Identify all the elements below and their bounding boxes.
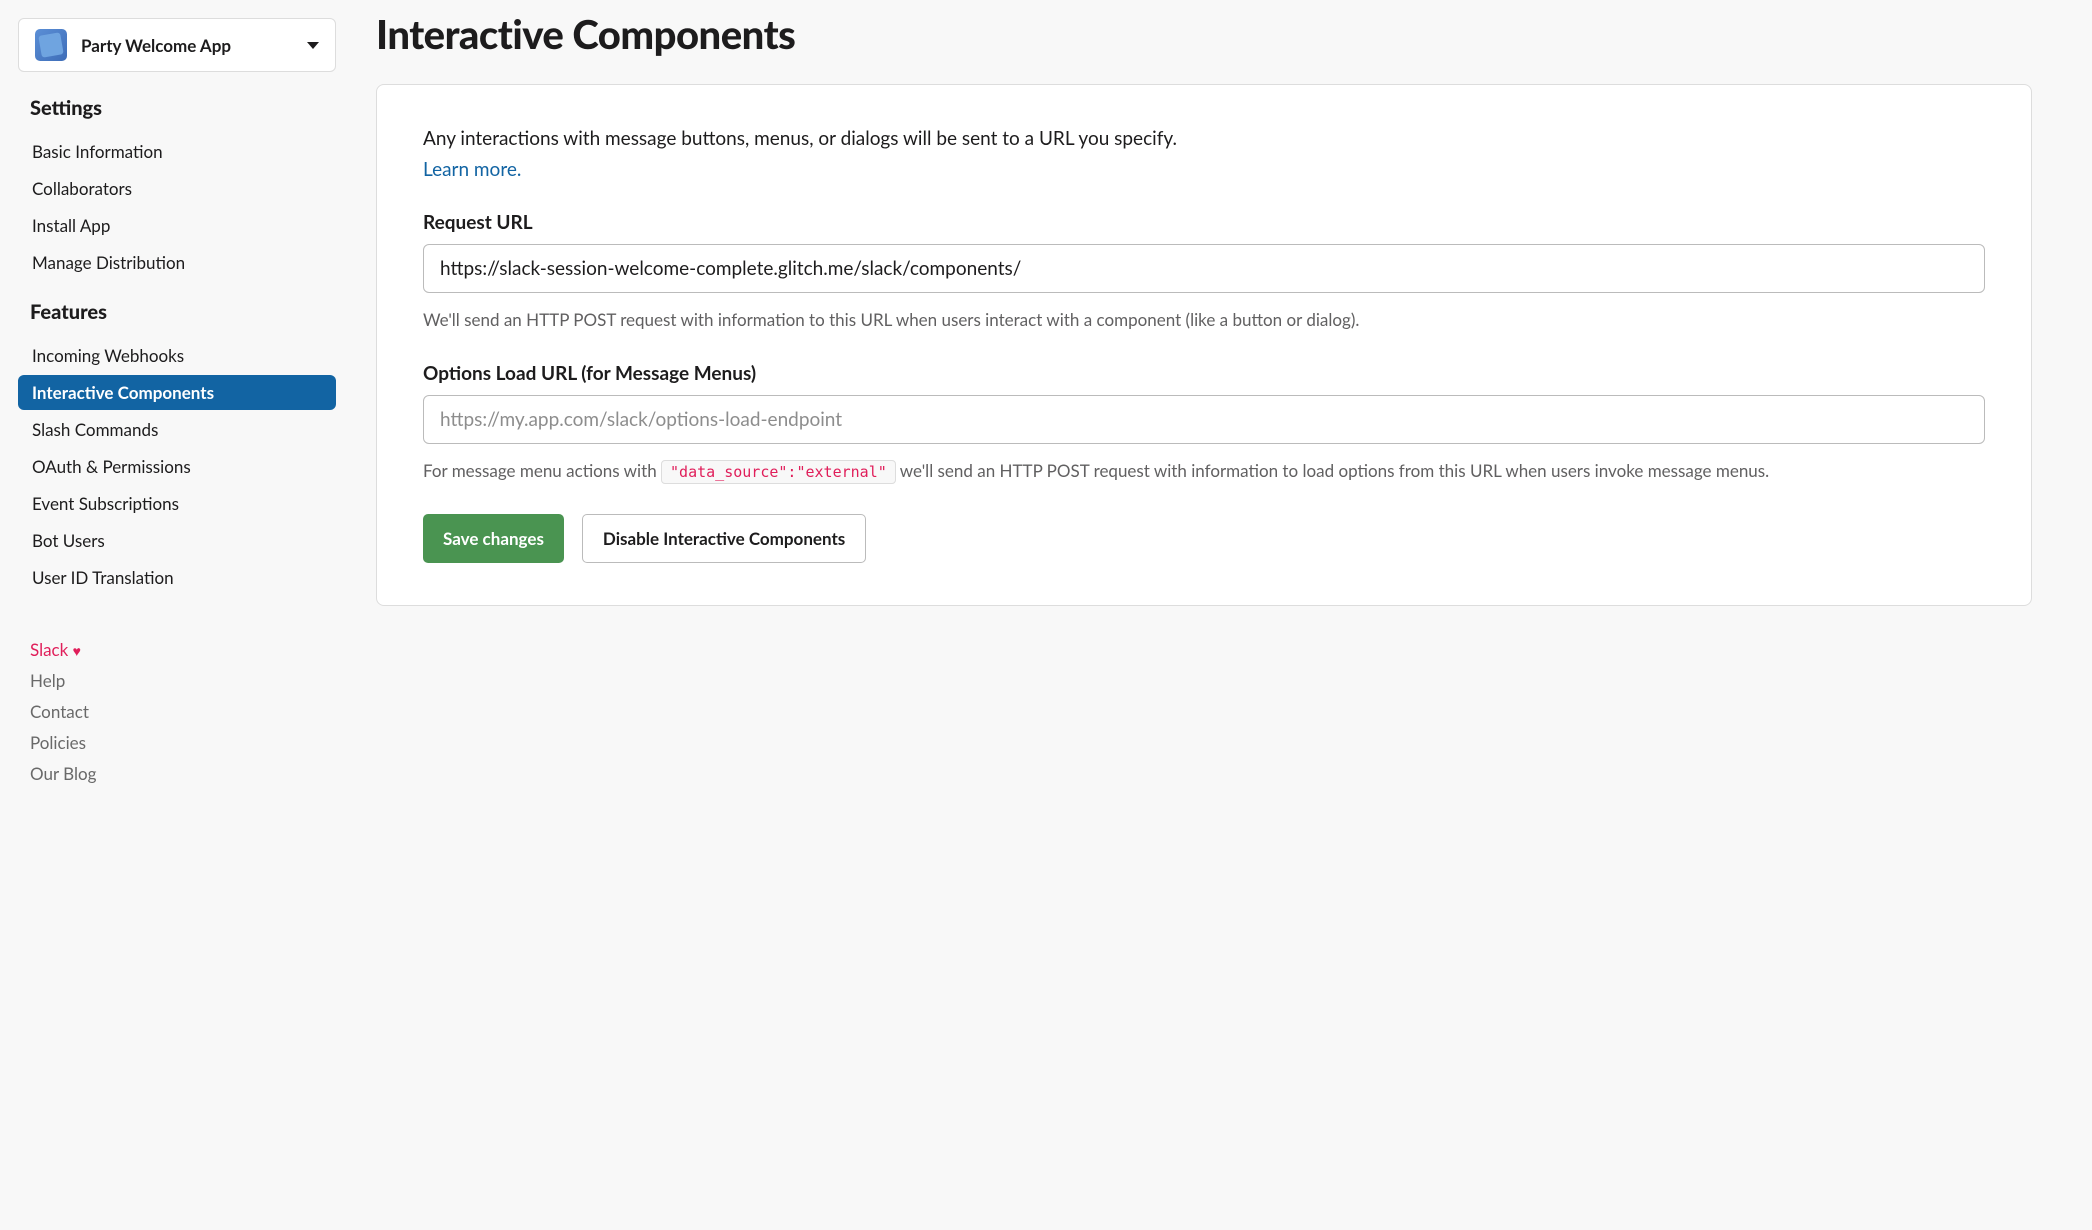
options-url-input[interactable] (423, 395, 1985, 444)
footer-link-blog[interactable]: Our Blog (30, 763, 336, 784)
button-row: Save changes Disable Interactive Compone… (423, 514, 1985, 563)
sidebar-item-interactive-components[interactable]: Interactive Components (18, 375, 336, 410)
sidebar-item-user-id-translation[interactable]: User ID Translation (18, 560, 336, 595)
options-url-field-group: Options Load URL (for Message Menus) For… (423, 362, 1985, 484)
request-url-help: We'll send an HTTP POST request with inf… (423, 307, 1985, 333)
app-icon (35, 29, 67, 61)
sidebar-item-manage-distribution[interactable]: Manage Distribution (18, 245, 336, 280)
sidebar-item-slash-commands[interactable]: Slash Commands (18, 412, 336, 447)
options-help-pre: For message menu actions with (423, 460, 661, 481)
sidebar: Party Welcome App Settings Basic Informa… (0, 0, 354, 1230)
footer-links: Slack ♥ Help Contact Policies Our Blog (18, 639, 336, 784)
learn-more-link[interactable]: Learn more. (423, 158, 521, 181)
save-changes-button[interactable]: Save changes (423, 514, 564, 563)
settings-panel: Any interactions with message buttons, m… (376, 84, 2032, 606)
sidebar-item-oauth-permissions[interactable]: OAuth & Permissions (18, 449, 336, 484)
sidebar-item-incoming-webhooks[interactable]: Incoming Webhooks (18, 338, 336, 373)
sidebar-item-collaborators[interactable]: Collaborators (18, 171, 336, 206)
options-code-snippet: "data_source":"external" (661, 460, 896, 484)
request-url-input[interactable] (423, 244, 1985, 293)
footer-slack-label: Slack (30, 639, 68, 660)
sidebar-item-install-app[interactable]: Install App (18, 208, 336, 243)
app-selector-dropdown[interactable]: Party Welcome App (18, 18, 336, 72)
main-content: Interactive Components Any interactions … (354, 0, 2092, 1230)
sidebar-item-basic-information[interactable]: Basic Information (18, 134, 336, 169)
settings-header: Settings (30, 96, 336, 120)
request-url-field-group: Request URL We'll send an HTTP POST requ… (423, 211, 1985, 333)
options-help-post: we'll send an HTTP POST request with inf… (900, 460, 1769, 481)
footer-link-slack[interactable]: Slack ♥ (30, 639, 336, 660)
heart-icon: ♥ (73, 642, 81, 659)
disable-button[interactable]: Disable Interactive Components (582, 514, 866, 563)
chevron-down-icon (307, 42, 319, 49)
request-url-label: Request URL (423, 211, 1985, 234)
sidebar-item-bot-users[interactable]: Bot Users (18, 523, 336, 558)
features-header: Features (30, 300, 336, 324)
footer-link-help[interactable]: Help (30, 670, 336, 691)
app-name: Party Welcome App (81, 35, 293, 56)
footer-link-policies[interactable]: Policies (30, 732, 336, 753)
footer-link-contact[interactable]: Contact (30, 701, 336, 722)
intro-text: Any interactions with message buttons, m… (423, 125, 1985, 154)
options-url-help: For message menu actions with "data_sour… (423, 458, 1985, 484)
page-title: Interactive Components (376, 10, 2032, 58)
sidebar-item-event-subscriptions[interactable]: Event Subscriptions (18, 486, 336, 521)
options-url-label: Options Load URL (for Message Menus) (423, 362, 1985, 385)
